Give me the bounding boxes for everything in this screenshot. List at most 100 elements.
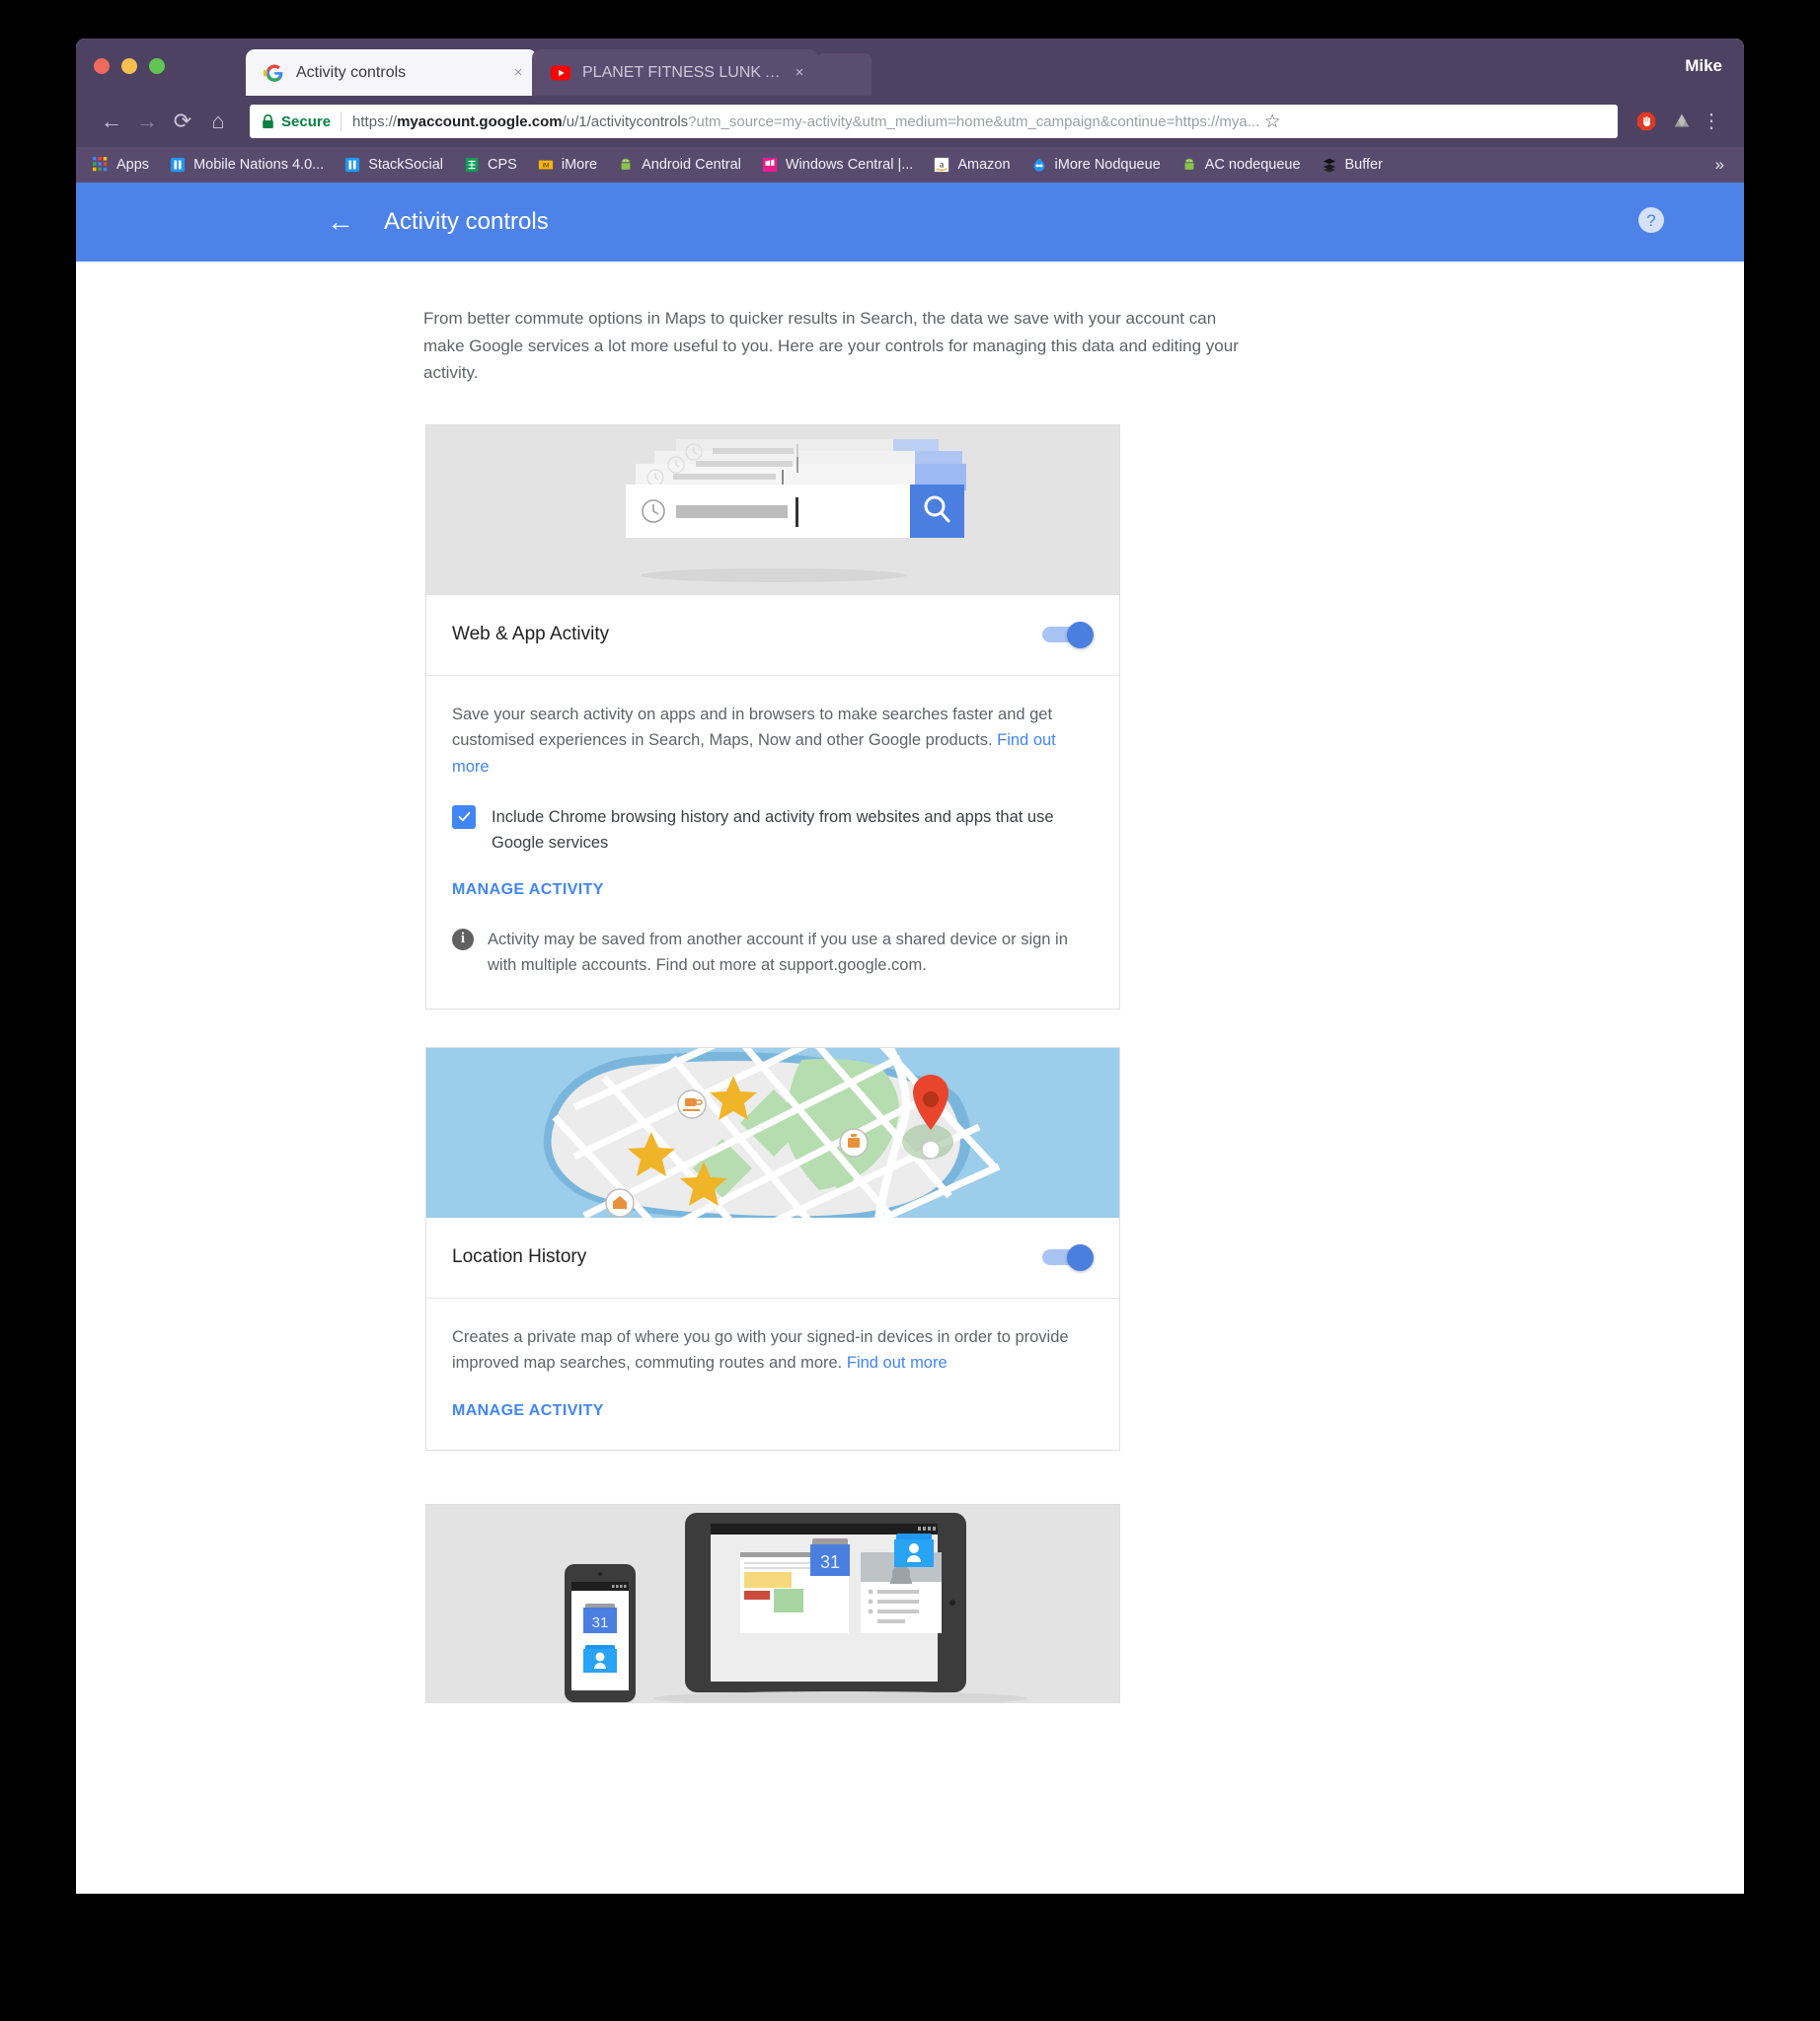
bookmark-imore[interactable]: iM iMore [537,156,597,174]
adblock-icon[interactable] [1631,111,1661,132]
bookmark-label: StackSocial [368,157,443,173]
chrome-history-checkbox[interactable] [452,805,476,829]
drupal-icon [1030,156,1048,174]
tab-title: Activity controls [296,64,505,82]
bookmark-ac-nodequeue[interactable]: AC nodequeue [1180,156,1301,174]
toggle-web-app-activity[interactable] [1042,625,1094,644]
page-body: From better commute options in Maps to q… [76,305,1744,1703]
star-icon[interactable]: ☆ [1259,111,1285,133]
reload-button[interactable]: ⟳ [165,104,200,139]
windows-central-icon [761,156,779,174]
toggle-knob [1067,622,1094,648]
tab-activity-controls[interactable]: Activity controls × [246,49,537,96]
svg-text:a: a [940,160,945,171]
manage-activity-link-web-app[interactable]: MANAGE ACTIVITY [452,881,604,899]
info-text: Activity may be saved from another accou… [488,927,1094,979]
bookmark-android-central[interactable]: Android Central [617,156,741,174]
sheets-icon [463,156,481,174]
minimize-window-button[interactable] [121,58,137,74]
bookmark-amazon[interactable]: a Amazon [933,156,1010,174]
bookmark-cps[interactable]: CPS [463,156,517,174]
home-button[interactable]: ⌂ [200,104,236,139]
amazon-icon: a [933,156,950,174]
card-device-information: 31 [425,1504,1120,1703]
secure-label: Secure [281,113,331,130]
card-body-location-history: Creates a private map of where you go wi… [426,1299,1119,1450]
bookmark-imore-nodequeue[interactable]: iMore Nodqueue [1030,156,1161,174]
back-arrow-icon[interactable]: ← [327,208,354,236]
bookmark-label: CPS [488,157,517,173]
three-dot-menu-icon[interactable]: ⋮ [1697,114,1726,129]
forward-button[interactable]: → [129,104,165,139]
close-tab-icon[interactable]: × [787,64,812,81]
buffer-icon [1321,156,1338,174]
maximize-window-button[interactable] [149,58,165,74]
bookmark-label: iMore Nodqueue [1055,157,1161,173]
tab-planet-fitness[interactable]: PLANET FITNESS LUNK ALARM × [532,49,818,96]
android-icon [617,156,635,174]
bookmark-buffer[interactable]: Buffer [1321,156,1383,174]
find-out-more-link[interactable]: Find out more [847,1354,948,1372]
calendar-day-tablet: 31 [820,1552,840,1572]
bookmarks-overflow-icon[interactable]: » [1715,155,1728,175]
back-button[interactable]: ← [94,104,129,139]
url-query: ?utm_source=my-activity&utm_medium=home&… [688,113,1259,130]
help-icon[interactable]: ? [1637,206,1665,239]
card-title: Web & App Activity [452,624,609,645]
bookmark-mobile-nations[interactable]: Mobile Nations 4.0... [169,156,324,174]
url-text: https://myaccount.google.com/u/1/activit… [352,113,1259,130]
browser-window: Activity controls × PLANET FITNESS LUNK … [76,38,1744,1894]
tab-title: PLANET FITNESS LUNK ALARM [582,64,787,82]
lock-icon [262,114,274,129]
card-description-text: Creates a private map of where you go wi… [452,1328,1069,1373]
card-header-location-history: Location History [426,1218,1119,1299]
card-description: Creates a private map of where you go wi… [452,1324,1094,1377]
window-controls [94,58,165,74]
url-scheme: https:// [352,113,397,130]
page-header: ← Activity controls ? [76,183,1744,262]
google-icon [264,62,285,84]
devices-illustration: 31 [426,1505,1119,1702]
manage-activity-link-location[interactable]: MANAGE ACTIVITY [452,1402,604,1420]
search-illustration [426,425,1119,595]
google-drive-icon[interactable] [1667,111,1697,132]
profile-name[interactable]: Mike [1685,56,1722,76]
svg-text:iM: iM [543,163,550,170]
svg-text:?: ? [1646,211,1655,230]
pocket-icon [169,156,187,174]
bookmark-windows-central[interactable]: Windows Central |... [761,156,913,174]
pocket-icon [343,156,361,174]
info-icon: i [452,929,474,950]
bookmark-label: AC nodequeue [1205,157,1301,173]
address-bar[interactable]: Secure https://myaccount.google.com/u/1/… [250,105,1618,138]
bookmark-apps[interactable]: Apps [92,156,149,174]
intro-paragraph: From better commute options in Maps to q… [423,305,1252,387]
toggle-location-history[interactable] [1042,1247,1094,1267]
calendar-day-phone: 31 [592,1614,609,1631]
android-icon [1180,156,1198,174]
bookmark-label: Android Central [642,157,741,173]
youtube-icon [550,62,571,84]
browser-toolbar: ← → ⟳ ⌂ Secure https://myaccount.google.… [76,96,1744,147]
toggle-knob [1067,1244,1094,1271]
card-header-web-app-activity: Web & App Activity [426,595,1119,676]
card-location-history: Location History Creates a private map o… [425,1047,1120,1451]
bookmark-label: Apps [116,157,149,173]
new-tab-placeholder[interactable] [816,53,872,96]
bookmark-stacksocial[interactable]: StackSocial [343,156,443,174]
url-host: myaccount.google.com [397,113,563,130]
card-title: Location History [452,1246,586,1268]
shared-device-info: i Activity may be saved from another acc… [452,927,1094,979]
page-title: Activity controls [384,208,549,236]
bookmark-label: Mobile Nations 4.0... [193,157,324,173]
close-window-button[interactable] [94,58,110,74]
chrome-history-checkbox-label: Include Chrome browsing history and acti… [492,804,1094,856]
map-illustration [426,1048,1119,1218]
url-path: /u/1/activitycontrols [563,113,689,130]
card-description: Save your search activity on apps and in… [452,702,1094,781]
chrome-history-checkbox-row[interactable]: Include Chrome browsing history and acti… [452,804,1094,856]
imore-icon: iM [537,156,555,174]
bookmark-label: iMore [562,157,597,173]
bookmark-label: Buffer [1345,157,1383,173]
close-tab-icon[interactable]: × [505,64,531,81]
